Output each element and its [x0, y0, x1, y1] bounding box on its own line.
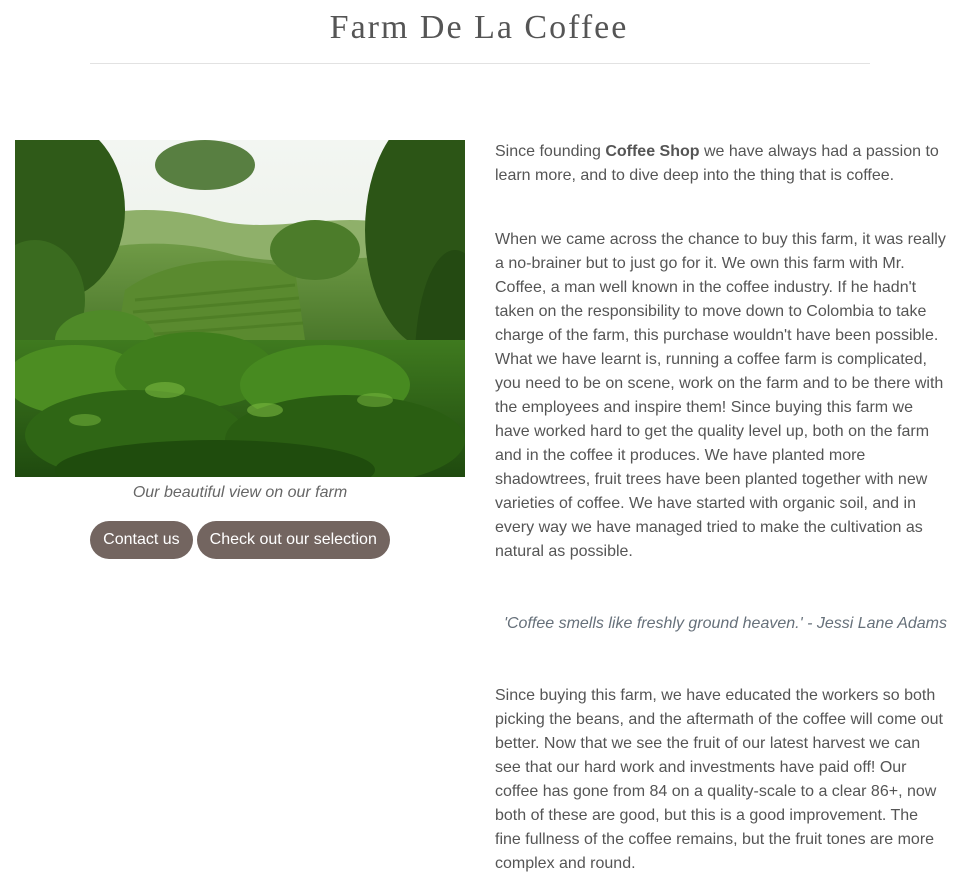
page-header: Farm De La Coffee: [0, 0, 966, 64]
coffee-quote: 'Coffee smells like freshly ground heave…: [503, 615, 947, 632]
hero-column: Our beautiful view on our farm Contact u…: [15, 140, 465, 559]
photo-caption: Our beautiful view on our farm: [132, 484, 348, 501]
action-buttons: Contact us Check out our selection: [15, 521, 465, 559]
site-title: Farm De La Coffee: [329, 9, 629, 46]
coffee-shop-name: Coffee Shop: [605, 143, 700, 160]
farm-purchase-paragraph: When we came across the chance to buy th…: [495, 231, 946, 560]
story-column: Since founding Coffee Shop we have alway…: [495, 140, 947, 876]
intro-text-start: Since founding: [495, 143, 606, 160]
check-selection-button[interactable]: Check out our selection: [196, 521, 390, 559]
title-divider: [90, 63, 870, 64]
intro-paragraph: Since founding Coffee Shop we have alway…: [495, 140, 947, 188]
farm-photo: [15, 140, 465, 477]
contact-us-button[interactable]: Contact us: [90, 521, 193, 559]
education-paragraph: Since buying this farm, we have educated…: [495, 687, 943, 872]
